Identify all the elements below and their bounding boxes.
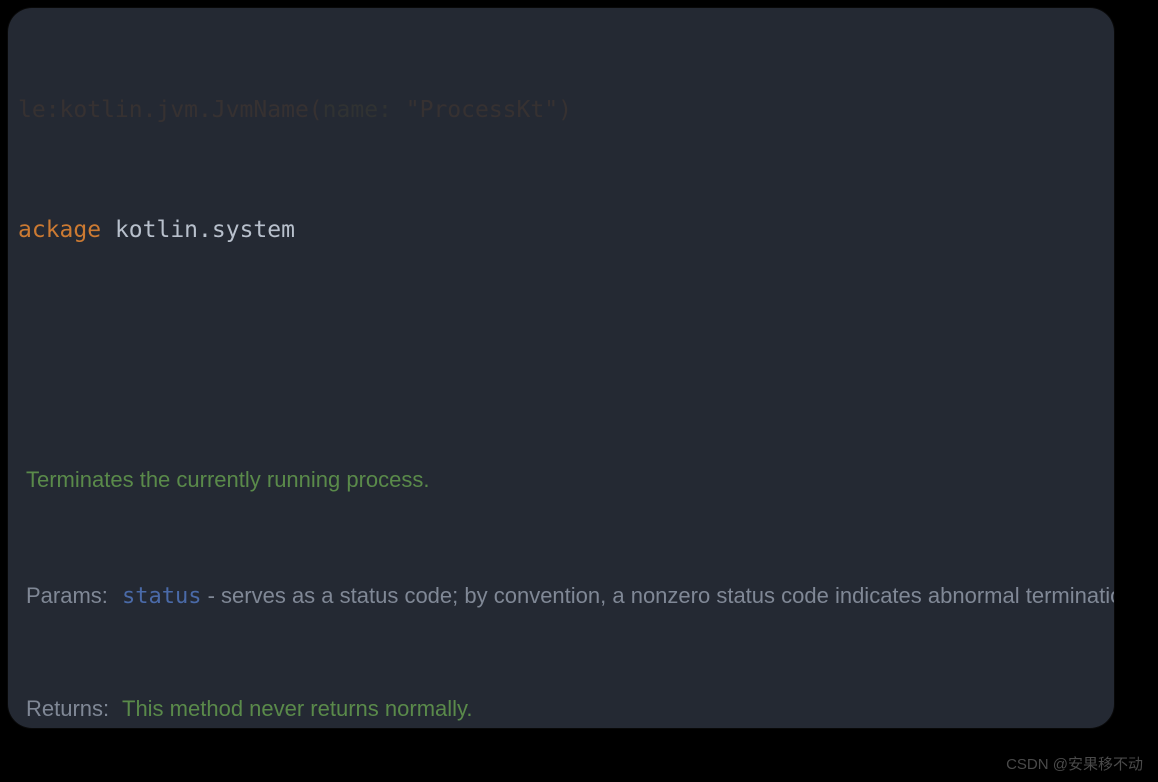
watermark: CSDN @安果移不动 xyxy=(1006,753,1143,774)
code-line-package: ackage kotlin.system xyxy=(8,210,1114,250)
doc-params-label: Params: xyxy=(26,578,122,615)
doc-description: Terminates the currently running process… xyxy=(26,462,1114,498)
doc-params-row: Params: status - serves as a status code… xyxy=(26,578,1114,615)
doc-returns-text: This method never returns normally. xyxy=(122,691,1114,727)
doc-returns-label: Returns: xyxy=(26,691,122,727)
editor-window: le:kotlin.jvm.JvmName(name: "ProcessKt")… xyxy=(8,8,1114,728)
doc-params-text: status - serves as a status code; by con… xyxy=(122,578,1114,615)
doc-comment: Terminates the currently running process… xyxy=(8,370,1114,728)
code-editor[interactable]: le:kotlin.jvm.JvmName(name: "ProcessKt")… xyxy=(8,8,1114,728)
doc-returns-row: Returns: This method never returns norma… xyxy=(26,691,1114,727)
code-line-annotation-top: le:kotlin.jvm.JvmName(name: "ProcessKt") xyxy=(8,90,1114,130)
